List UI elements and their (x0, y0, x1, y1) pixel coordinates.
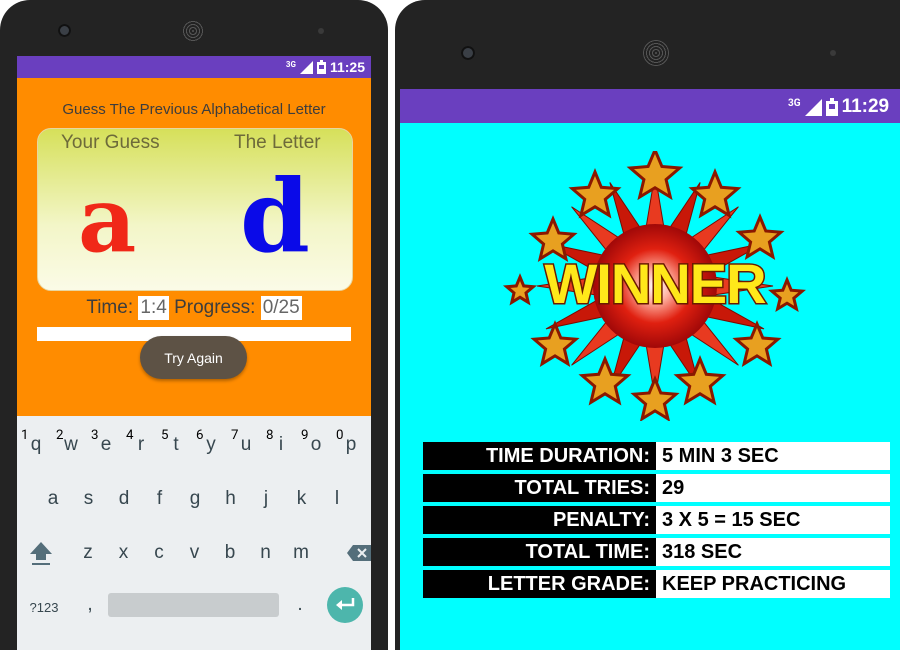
star-shape (530, 320, 580, 367)
results-row: TIME DURATION: 5 MIN 3 SEC (423, 442, 890, 470)
speaker-icon (643, 40, 669, 66)
result-label: TOTAL TIME: (423, 538, 656, 566)
key-g[interactable]: g (180, 482, 210, 516)
progress-label: Progress: (174, 297, 256, 319)
key-x[interactable]: x (109, 536, 139, 570)
key-number-hint: 6 (196, 428, 204, 443)
status-bar: 3G 11:29 (400, 89, 900, 123)
comma-key[interactable]: , (75, 588, 105, 622)
key-number-hint: 3 (91, 428, 99, 443)
key-v[interactable]: v (180, 536, 210, 570)
results-table: TIME DURATION: 5 MIN 3 SEC TOTAL TRIES: 29 P… (423, 438, 890, 602)
front-camera-icon (461, 46, 475, 60)
guess-card: Your Guess The Letter a d (37, 128, 353, 291)
key-c[interactable]: c (144, 536, 174, 570)
time-value: 1:4 (138, 296, 169, 320)
key-a[interactable]: a (38, 482, 68, 516)
battery-icon (316, 60, 326, 74)
key-number-hint: 0 (336, 428, 344, 443)
network-type: 3G (788, 97, 801, 109)
target-letter: d (240, 157, 310, 275)
result-value: KEEP PRACTICING (656, 570, 890, 598)
speaker-icon (182, 20, 204, 42)
left-game-screen: 3G 11:25 Guess The Previous Alphabetical… (17, 56, 371, 650)
key-number-hint: 5 (161, 428, 169, 443)
key-b[interactable]: b (215, 536, 245, 570)
period-key[interactable]: . (285, 588, 315, 622)
status-time: 11:29 (841, 96, 890, 117)
key-j[interactable]: j (251, 482, 281, 516)
shift-key[interactable] (26, 536, 56, 570)
results-row: TOTAL TIME: 318 SEC (423, 538, 890, 566)
shift-icon (30, 542, 52, 565)
result-value: 3 X 5 = 15 SEC (656, 506, 890, 534)
signal-icon (299, 60, 313, 74)
key-f[interactable]: f (145, 482, 175, 516)
signal-icon (804, 98, 822, 116)
right-results-screen: 3G 11:29 WINNER TIME DURATION: 5 MIN 3 SE… (400, 89, 900, 650)
results-row: LETTER GRADE: KEEP PRACTICING (423, 570, 890, 598)
progress-value: 0/25 (260, 296, 302, 320)
key-number-hint: 4 (126, 428, 134, 443)
result-value: 5 MIN 3 SEC (656, 442, 890, 470)
result-label: PENALTY: (423, 506, 656, 534)
key-l[interactable]: l (322, 482, 352, 516)
your-guess-label: Your Guess (61, 132, 160, 153)
backspace-icon (347, 545, 371, 561)
key-s[interactable]: s (74, 482, 104, 516)
results-row: PENALTY: 3 X 5 = 15 SEC (423, 506, 890, 534)
key-n[interactable]: n (251, 536, 281, 570)
key-number-hint: 8 (266, 428, 274, 443)
star-shape (732, 320, 782, 367)
result-label: LETTER GRADE: (423, 570, 656, 598)
enter-key[interactable] (327, 587, 363, 623)
key-z[interactable]: z (73, 536, 103, 570)
try-again-button[interactable]: Try Again (140, 336, 247, 379)
result-label: TIME DURATION: (423, 442, 656, 470)
symbols-key[interactable]: ?123 (26, 591, 62, 625)
network-type: 3G (285, 59, 296, 69)
key-m[interactable]: m (286, 536, 316, 570)
star-shape (768, 276, 806, 313)
key-h[interactable]: h (216, 482, 246, 516)
battery-icon (825, 98, 838, 116)
front-camera-icon (58, 24, 71, 37)
result-value: 318 SEC (656, 538, 890, 566)
time-label: Time: (86, 297, 134, 319)
space-key[interactable] (108, 593, 279, 617)
winner-text: WINNER (544, 252, 766, 315)
on-screen-keyboard: q1w2e3r4t5y6u7i8o9p0 asdfghjkl zxcvbnm ?… (17, 416, 371, 650)
star-shape (568, 168, 622, 219)
sensor-dot (830, 50, 836, 56)
key-k[interactable]: k (287, 482, 317, 516)
key-number-hint: 2 (56, 428, 64, 443)
enter-arrow-icon (336, 598, 355, 610)
star-shape (688, 168, 742, 219)
key-number-hint: 1 (21, 428, 29, 443)
status-time: 11:25 (329, 59, 365, 75)
star-shape (502, 273, 538, 306)
winner-badge-image: WINNER (495, 146, 815, 422)
key-number-hint: 7 (231, 428, 239, 443)
instruction-text: Guess The Previous Alphabetical Letter (62, 101, 326, 118)
results-row: TOTAL TRIES: 29 (423, 474, 890, 502)
stats-row: Time: 1:4 Progress: 0/25 (17, 296, 371, 320)
result-label: TOTAL TRIES: (423, 474, 656, 502)
guess-letter: a (78, 167, 137, 273)
backspace-key[interactable] (344, 536, 371, 570)
sensor-dot (318, 28, 324, 34)
star-shape (630, 375, 680, 422)
result-value: 29 (656, 474, 890, 502)
status-bar: 3G 11:25 (17, 56, 371, 78)
key-d[interactable]: d (109, 482, 139, 516)
key-number-hint: 9 (301, 428, 309, 443)
the-letter-label: The Letter (234, 132, 321, 153)
